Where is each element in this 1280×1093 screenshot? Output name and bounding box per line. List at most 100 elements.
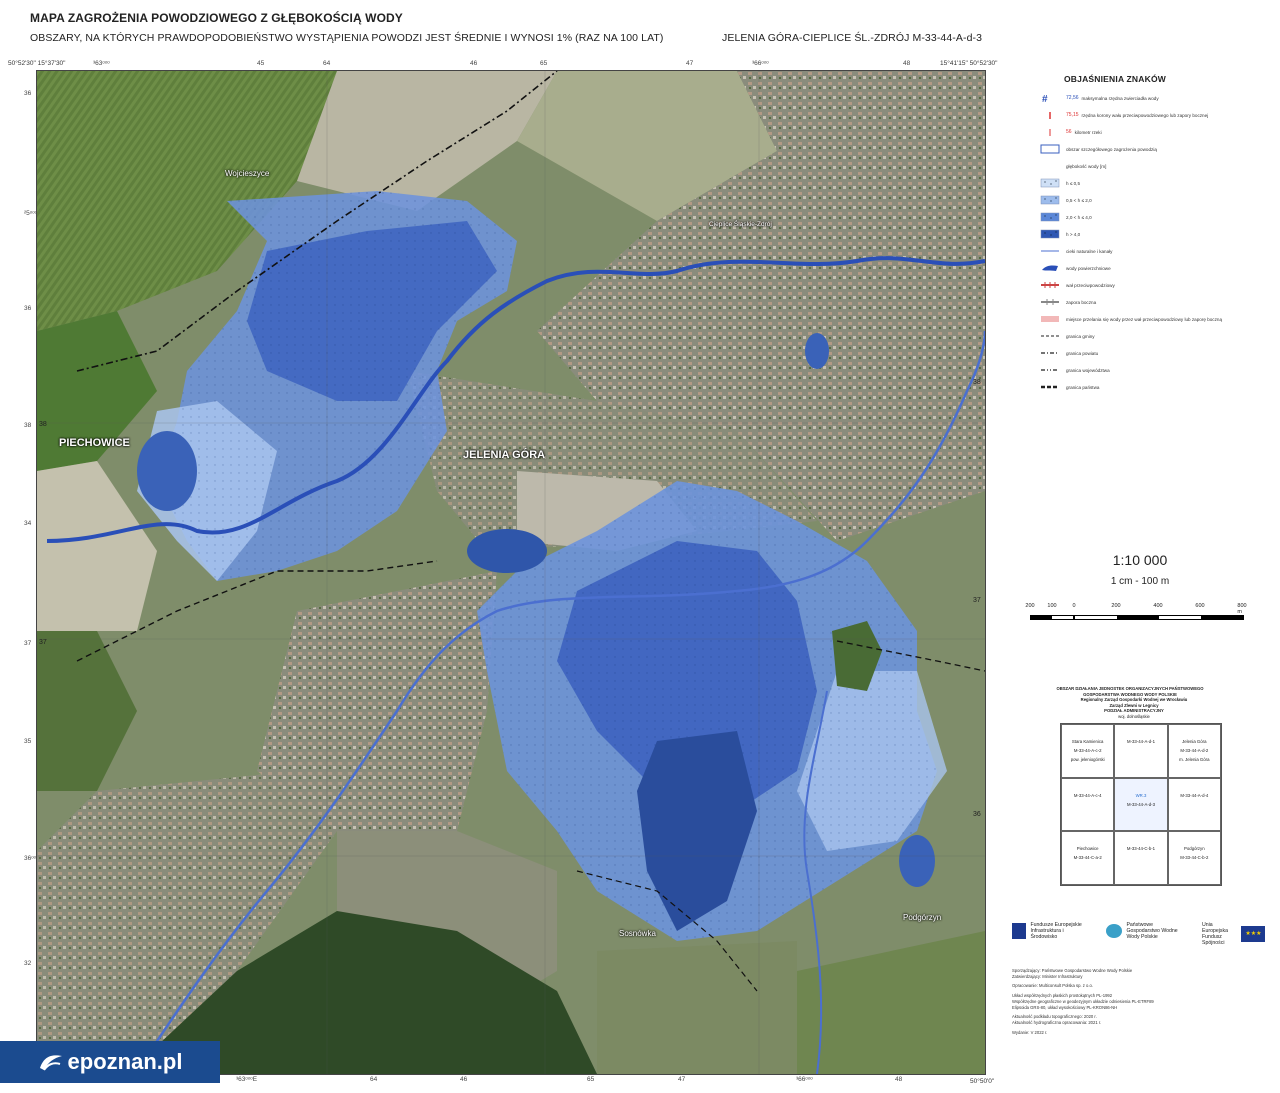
sheet-index-text: Podgórzyn [1184,846,1205,852]
scale-label: 0 [1072,603,1076,609]
legend-item: granica gminy [1040,330,1275,342]
tick-top: 45 [257,60,265,67]
tick-left: 38 [24,422,32,429]
logo-fe-text: Fundusze Europejskie Infrastruktura i Śr… [1030,922,1082,940]
scale-label: 800 m [1237,603,1247,615]
tick-left: 36 [24,305,32,312]
sheet-index-text: WR.3 [1135,792,1147,798]
legend: OBJAŚNIENIA ZNAKÓW #72,56 maksymalna rzęd… [1040,74,1275,398]
watermark: epoznan.pl [0,1041,220,1083]
legend-value: 72,56 [1066,95,1079,101]
legend-symbol-icon [1040,365,1060,375]
logos: Fundusze Europejskie Infrastruktura i Śr… [1010,922,1270,950]
legend-label: 0,5 < h ≤ 2,0 [1066,197,1092,203]
sheet-index-cell[interactable]: M-33-44-A-d-4 [1167,777,1221,832]
map-canvas[interactable] [37,71,985,1074]
field-area [597,941,797,1074]
legend-item: 56 kilometr rzeki [1040,126,1275,138]
credit-line: Wydanie: V 2022 r. [1012,1029,1048,1035]
place-cieplice: Cieplice Śląskie-Zdrój [709,221,772,228]
legend-label: granica gminy [1066,333,1095,339]
legend-item: h > 4,0 [1040,228,1275,240]
legend-item: 2,0 < h ≤ 4,0 [1040,211,1275,223]
legend-item: miejsce przelania się wody przez wał prz… [1040,313,1275,325]
sheet-index-cell[interactable]: Piechowice M-33-44-C-a-2 [1061,831,1115,885]
legend-symbol-icon [1040,382,1060,392]
legend-label: granica państwa [1066,384,1100,390]
sheet-index-text: M-33-44-C-a-2 [1073,855,1102,861]
sheet-index-cell[interactable]: Podgórzyn M-33-44-C-b-2 [1167,831,1221,885]
logo-ue: Unia Europejska Fundusz Spójności ★★★ [1202,922,1272,946]
flood-map[interactable]: 38 37 38 37 36 PIECHOWICE JELENIA GÓRA W… [36,70,986,1075]
tick-left: 32 [24,960,32,967]
place-piechowice: PIECHOWICE [59,437,130,449]
legend-label: h > 4,0 [1066,231,1081,237]
grid-label: 38 [973,379,981,386]
scale-label: 200 [1025,603,1035,609]
legend-symbol-icon [1040,161,1060,171]
legend-item: obszar szczegółowego zagrożenia powodzią [1040,143,1275,155]
legend-symbol-icon [1040,348,1060,358]
admin-woj: woj. dolnośląskie [1118,713,1150,719]
tick-bottom: 47 [678,1076,686,1083]
corner-top-left: 50°52'30" 15°37'30" [8,60,66,67]
sheet-index-text: M-33-44-A-d-4 [1180,792,1209,798]
legend-symbol-icon: # [1040,93,1060,103]
map-subtitle: OBSZARY, NA KTÓRYCH PRAWDOPODOBIEŃSTWO W… [30,32,664,44]
place-jelenia-gora: JELENIA GÓRA [463,449,546,461]
watermark-text: epoznan.pl [67,1049,183,1074]
scale-bar-segment [1074,615,1244,620]
sheet-index-text: Jelenia Góra [1182,739,1207,744]
tick-top: 46 [470,60,478,67]
tick-top: 65 [540,60,548,67]
tick-bottom: ³66ᵒᵒᵒ [796,1076,813,1083]
sheet-index-cell[interactable]: Jelenia Góra M-33-44-A-d-2 m. Jelenia Góra [1167,724,1221,778]
sheet-index-text: M-33-44-C-b-1 [1126,846,1156,852]
legend-symbol-icon [1040,178,1060,188]
grid-label: 37 [973,597,981,604]
scale-unit: 1 cm - 100 m [1110,576,1170,587]
legend-item: wody powierzchniowe [1040,262,1275,274]
scale-block: 1:10 000 1 cm - 100 m [1030,552,1250,587]
legend-symbol-icon [1040,314,1060,324]
sheet-index-cell[interactable]: M-33-44-A-c-4 [1061,777,1115,832]
legend-label: maksymalna rzędna zwierciadła wody [1081,95,1159,101]
scale-label: 200 [1111,603,1121,609]
sheet-index-text: M-33-44-A-c-4 [1073,792,1102,798]
legend-item: granica powiatu [1040,347,1275,359]
sheet-index[interactable]: Stara Kamienica M-33-44-A-c-2 pow. jelenio… [1060,723,1222,886]
legend-label: h ≤ 0,5 [1066,180,1081,186]
tick-bottom: 64 [370,1076,378,1083]
credits: Sporządzający: Państwowe Gospodarstwo Wo… [1012,968,1212,1036]
water-body [467,529,547,573]
sheet-index-text: M-33-44-A-d-3 [1127,801,1155,807]
sheet-index-cell[interactable]: M-33-44-A-d-1 [1114,724,1168,778]
legend-symbol-icon [1040,127,1060,137]
tick-top: 48 [903,60,911,67]
sheet-index-text: m. Jelenia Góra [1179,757,1210,762]
sheet-index-text: Stara Kamienica [1071,739,1104,744]
grid-label: 38 [39,421,47,428]
legend-item: 0,5 < h ≤ 2,0 [1040,194,1275,206]
scale-label: 400 [1153,603,1163,609]
logo-wp-text: Państwowe Gospodarstwo Wodne Wody Polski… [1126,922,1178,940]
legend-label: obszar szczegółowego zagrożenia powodzią [1066,146,1157,152]
scale-ratio: 1:10 000 [1112,552,1168,568]
tick-left: 34 [24,520,32,527]
legend-label: kilometr rzeki [1074,129,1102,135]
tick-left: 36ᵒᵒ [24,855,37,862]
sheet-index-cell[interactable]: WR.3 M-33-44-A-d-3 [1114,777,1168,832]
legend-title: OBJAŚNIENIA ZNAKÓW [1064,74,1166,84]
svg-text:#: # [1042,94,1048,103]
scale-bar: 200 100 0 200 400 600 800 m [1025,603,1247,623]
water-body [899,835,935,887]
grid-label: 37 [39,639,47,646]
logo-ue-text: Unia Europejska Fundusz Spójności [1202,922,1228,946]
legend-rows: #72,56 maksymalna rzędna zwierciadła wody… [1040,92,1275,393]
eu-flag-icon: ★★★ [1241,926,1266,942]
sheet-index-cell[interactable]: M-33-44-C-b-1 [1114,831,1168,885]
tick-left: 37 [24,640,32,647]
corner-bottom-left: 50°50'0" [970,1078,995,1085]
sheet-index-cell[interactable]: Stara Kamienica M-33-44-A-c-2 pow. jelenio… [1061,724,1115,778]
credit-line: Opracowanie: Multiconsult Polska sp. z o… [1012,983,1093,989]
